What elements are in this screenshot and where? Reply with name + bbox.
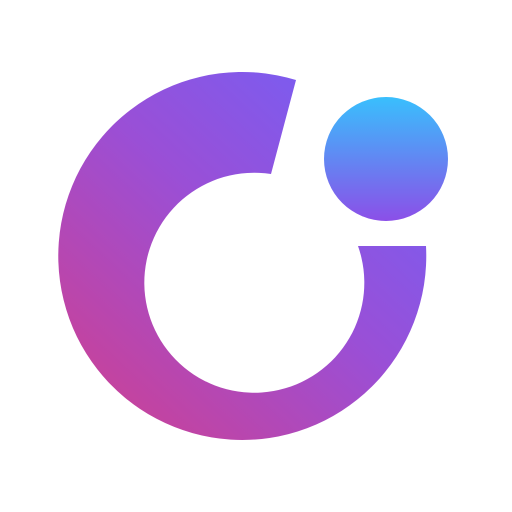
app-logo-icon	[58, 71, 448, 440]
app-icon-canvas	[0, 0, 512, 512]
dot-shape	[324, 97, 448, 221]
